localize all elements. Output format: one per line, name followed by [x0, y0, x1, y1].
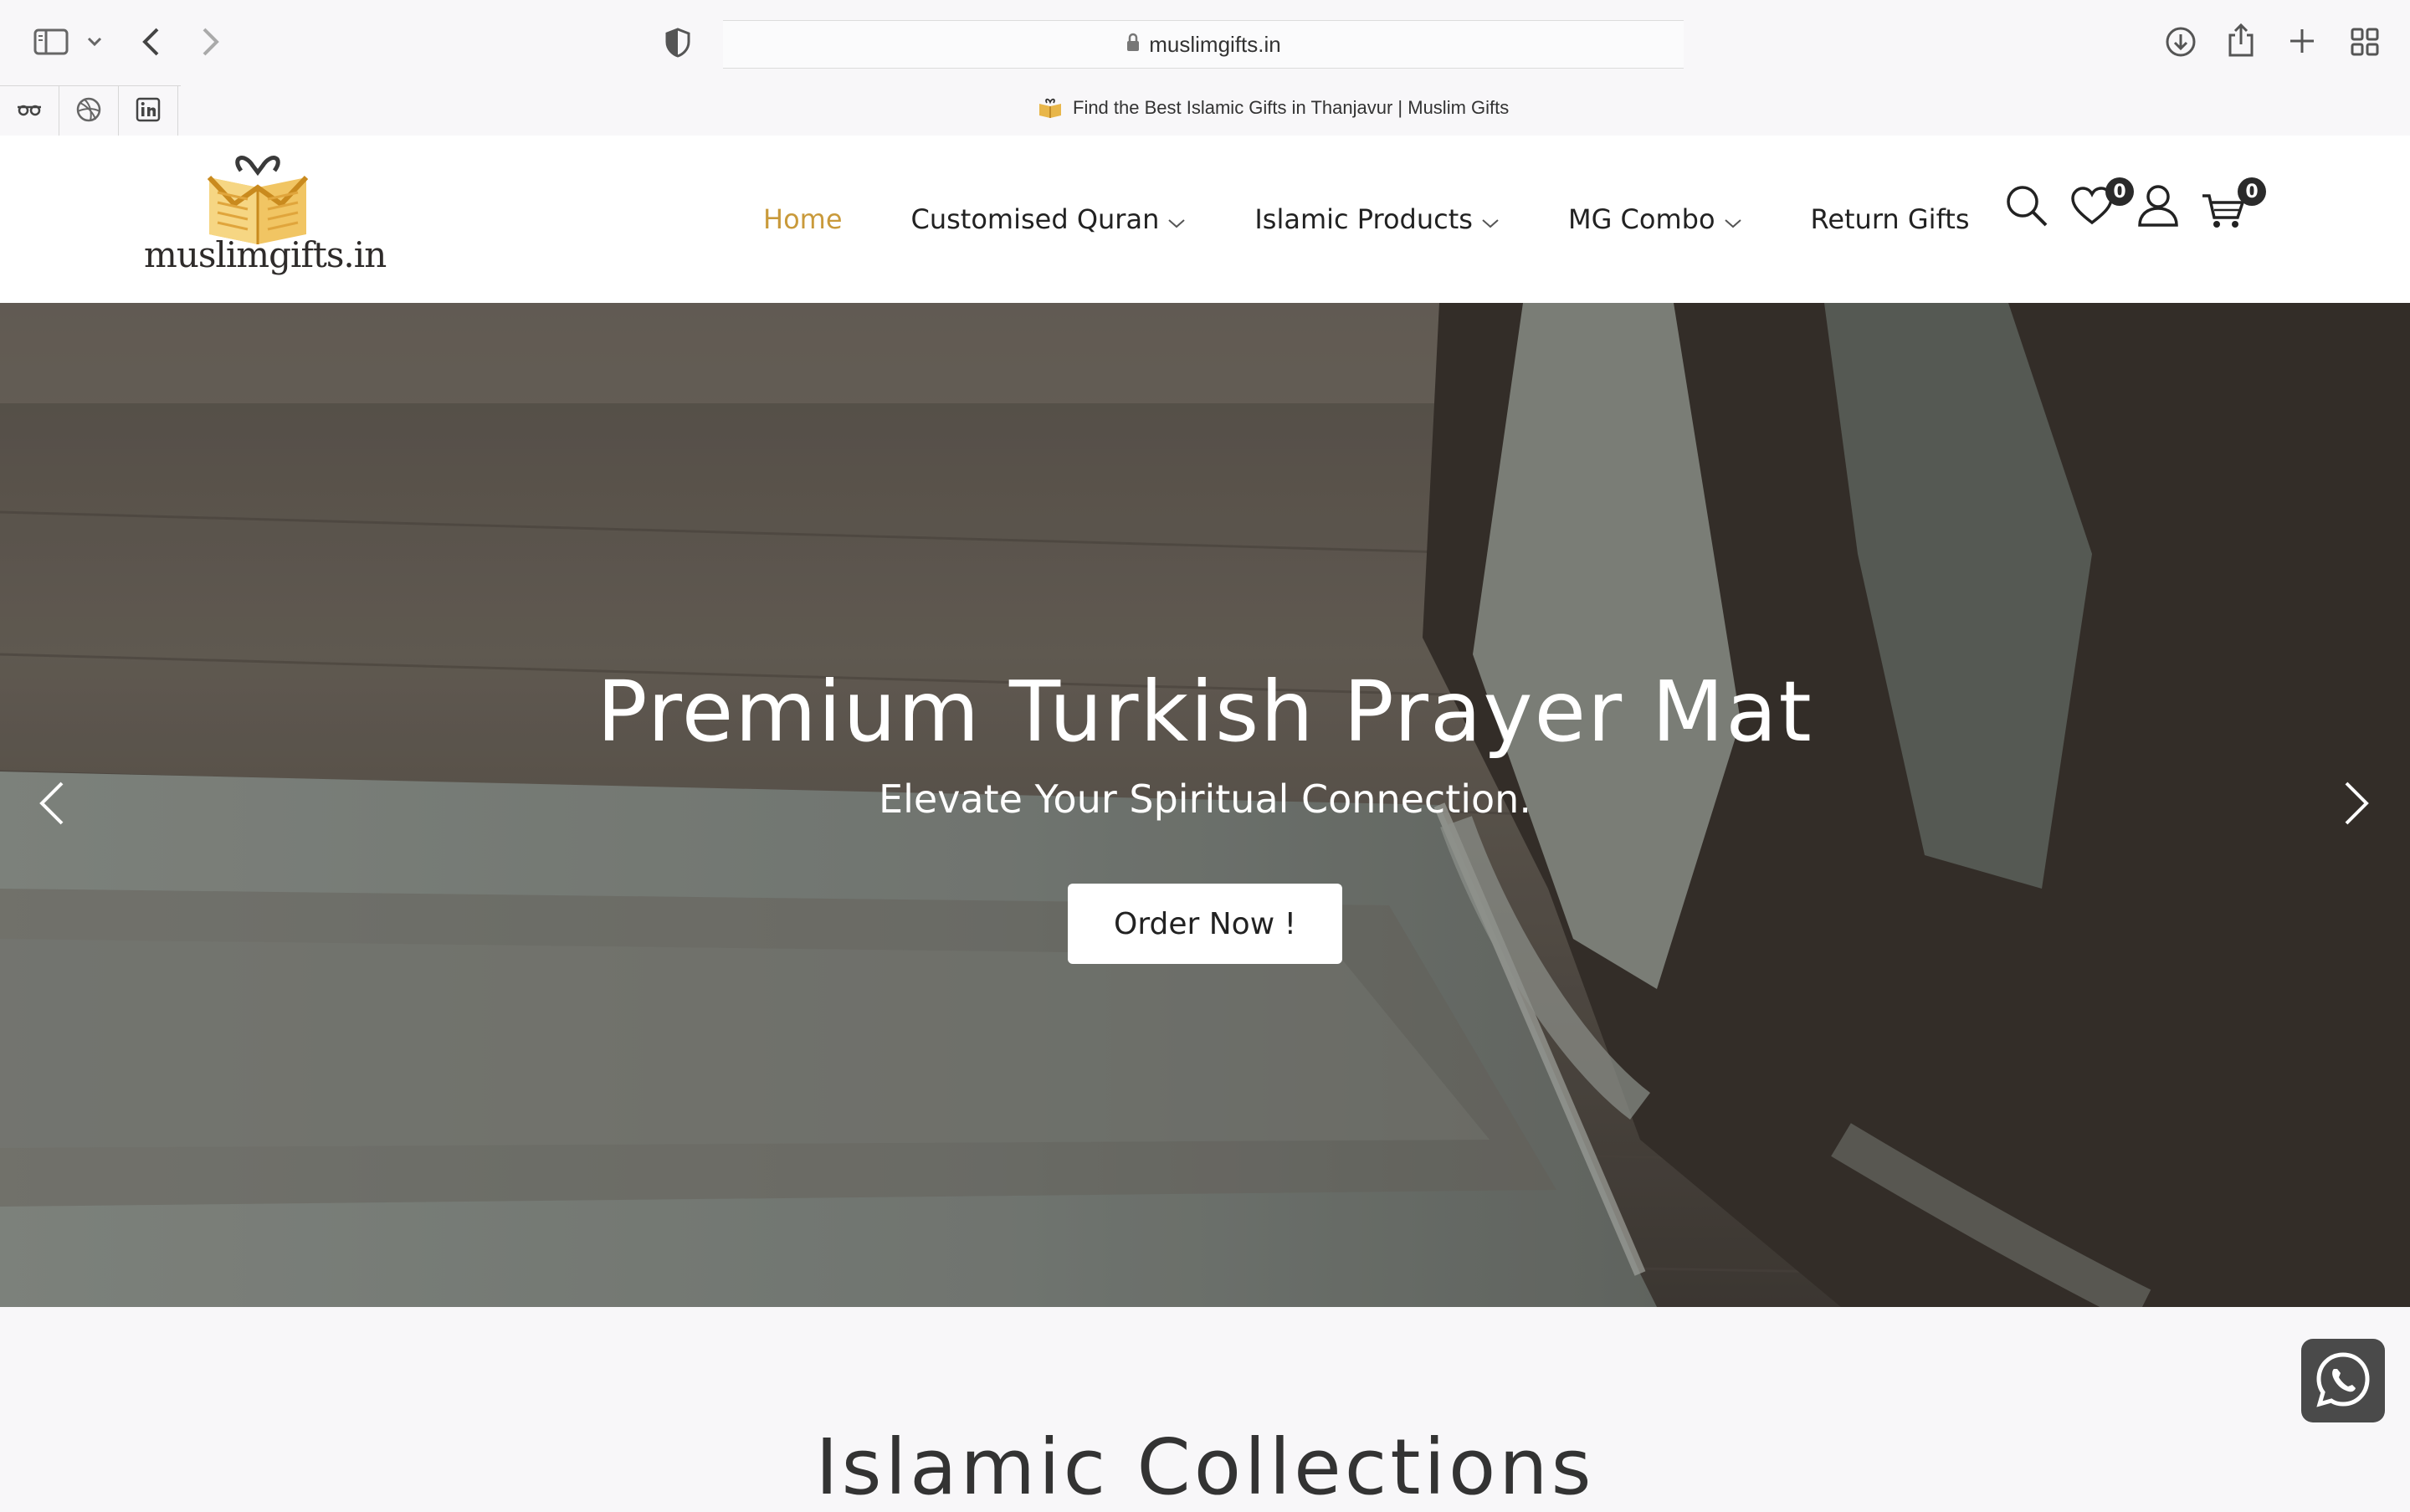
- nav-label: Islamic Products: [1254, 203, 1473, 235]
- chevron-down-icon: [1724, 204, 1742, 236]
- chevron-down-icon: [1481, 204, 1500, 236]
- download-icon[interactable]: [2164, 25, 2197, 59]
- linkedin-icon: [136, 97, 161, 126]
- nav-islamic-products[interactable]: Islamic Products: [1254, 202, 1500, 236]
- plus-icon[interactable]: [2288, 27, 2316, 55]
- nav-customised-quran[interactable]: Customised Quran: [911, 202, 1187, 236]
- back-icon[interactable]: [141, 27, 161, 57]
- slider-next-arrow-icon[interactable]: [2343, 780, 2372, 831]
- nav-label: Customised Quran: [910, 203, 1160, 235]
- search-icon[interactable]: [2005, 184, 2048, 232]
- tab-title: Find the Best Islamic Gifts in Thanjavur…: [1073, 97, 1510, 118]
- shield-icon[interactable]: [664, 27, 691, 59]
- main-nav: Home Customised Quran Islamic Products M…: [763, 192, 2038, 246]
- whatsapp-chat-button[interactable]: [2301, 1339, 2385, 1422]
- active-tab[interactable]: Find the Best Islamic Gifts in Thanjavur…: [1038, 97, 1509, 119]
- logo-text: muslimgifts.in: [144, 234, 387, 275]
- pinned-tab-linkedin[interactable]: [119, 86, 178, 136]
- site-logo[interactable]: muslimgifts.in: [142, 144, 387, 286]
- url-text: muslimgifts.in: [1149, 31, 1281, 57]
- address-bar[interactable]: muslimgifts.in: [723, 20, 1684, 69]
- account-user-icon[interactable]: [2137, 184, 2179, 232]
- hero-title: Premium Turkish Prayer Mat: [597, 663, 1813, 761]
- pinned-tabs: [0, 85, 181, 136]
- cart-icon[interactable]: [2201, 192, 2245, 233]
- cart-count-badge: 0: [2238, 177, 2266, 206]
- site-header: muslimgifts.in Home Customised Quran Isl…: [0, 136, 2410, 303]
- nav-home[interactable]: Home: [763, 203, 843, 235]
- pinned-tab-dribbble[interactable]: [59, 86, 119, 136]
- dribbble-icon: [75, 96, 102, 127]
- nav-label: Home: [763, 203, 843, 235]
- nav-label: Return Gifts: [1810, 203, 1970, 235]
- nav-return-gifts[interactable]: Return Gifts: [1811, 203, 1970, 235]
- lock-icon: [1126, 33, 1141, 57]
- glasses-icon: [17, 103, 42, 120]
- wishlist-count-badge: 0: [2105, 177, 2134, 206]
- order-now-button[interactable]: Order Now !: [1068, 884, 1342, 964]
- share-icon[interactable]: [2226, 22, 2256, 59]
- chevron-down-icon[interactable]: [87, 37, 102, 47]
- forward-icon[interactable]: [201, 27, 221, 57]
- pinned-tab-glasses[interactable]: [0, 86, 59, 136]
- hero-subtitle: Elevate Your Spiritual Connection.: [879, 777, 1531, 822]
- tab-overview-icon[interactable]: [2350, 27, 2380, 57]
- browser-toolbar: muslimgifts.in: [0, 0, 2410, 85]
- whatsapp-icon: [2314, 1351, 2372, 1412]
- chevron-down-icon: [1167, 204, 1186, 236]
- hero-slider: Premium Turkish Prayer Mat Elevate Your …: [0, 303, 2410, 1307]
- nav-label: MG Combo: [1567, 203, 1715, 235]
- slider-prev-arrow-icon[interactable]: [37, 780, 65, 831]
- sidebar-icon[interactable]: [33, 28, 69, 55]
- tab-strip: Find the Best Islamic Gifts in Thanjavur…: [0, 85, 2410, 136]
- section-title: Islamic Collections: [815, 1422, 1595, 1512]
- nav-mg-combo[interactable]: MG Combo: [1568, 202, 1742, 236]
- favicon-gift-icon: [1038, 97, 1063, 119]
